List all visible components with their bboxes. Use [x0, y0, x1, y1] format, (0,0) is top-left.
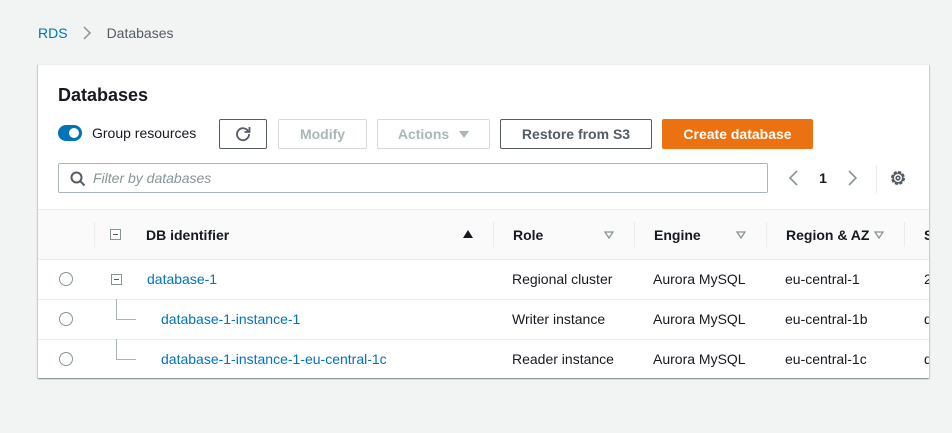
- status-cell: d: [924, 299, 929, 339]
- group-resources-toggle[interactable]: [58, 125, 82, 141]
- group-resources-label: Group resources: [92, 125, 197, 141]
- region-cell: eu-central-1: [785, 271, 860, 287]
- row-select-radio[interactable]: [59, 312, 73, 326]
- collapse-row-icon[interactable]: [111, 274, 122, 285]
- column-header-status[interactable]: S: [924, 210, 929, 259]
- restore-from-s3-button[interactable]: Restore from S3: [500, 119, 652, 149]
- row-select-radio[interactable]: [59, 272, 73, 286]
- column-divider: [493, 222, 494, 247]
- tree-line: [116, 299, 117, 319]
- databases-panel: Databases Group resources Modify Actions…: [38, 64, 929, 378]
- gear-icon[interactable]: [889, 169, 907, 187]
- column-divider: [766, 222, 767, 247]
- sort-icon[interactable]: [604, 231, 614, 239]
- engine-cell: Aurora MySQL: [653, 271, 746, 287]
- db-identifier-link[interactable]: database-1-instance-1-eu-central-1c: [161, 339, 387, 378]
- row-select-radio[interactable]: [59, 352, 73, 366]
- table-row[interactable]: database-1 Regional cluster Aurora MySQL…: [38, 259, 929, 300]
- sort-ascending-icon[interactable]: [463, 230, 473, 239]
- column-divider: [94, 222, 95, 247]
- filter-search-box: [58, 163, 768, 193]
- next-page-icon[interactable]: [844, 169, 860, 187]
- refresh-icon: [236, 127, 251, 142]
- toggle-knob: [69, 128, 79, 138]
- column-divider: [634, 222, 635, 247]
- modify-button[interactable]: Modify: [278, 119, 367, 149]
- refresh-button[interactable]: [219, 119, 267, 149]
- actions-label: Actions: [397, 126, 450, 142]
- engine-cell: Aurora MySQL: [653, 351, 746, 367]
- status-cell: 2: [924, 259, 929, 299]
- current-page-number[interactable]: 1: [816, 170, 830, 186]
- breadcrumb-current: Databases: [106, 25, 174, 41]
- search-icon: [70, 171, 86, 187]
- role-cell: Reader instance: [512, 351, 614, 367]
- engine-cell: Aurora MySQL: [653, 311, 746, 327]
- breadcrumb-rds-link[interactable]: RDS: [38, 25, 68, 41]
- create-database-button[interactable]: Create database: [662, 119, 813, 149]
- column-divider: [904, 222, 905, 247]
- column-header-region-az[interactable]: Region & AZ: [786, 210, 869, 259]
- actions-dropdown-button[interactable]: Actions: [377, 119, 490, 149]
- table-row[interactable]: database-1-instance-1 Writer instance Au…: [38, 299, 929, 340]
- caret-down-icon: [459, 130, 470, 138]
- column-header-role[interactable]: Role: [513, 210, 543, 259]
- db-identifier-link[interactable]: database-1: [147, 259, 217, 299]
- sort-icon[interactable]: [736, 231, 746, 239]
- sort-icon[interactable]: [874, 231, 884, 239]
- tree-line: [116, 319, 136, 320]
- region-cell: eu-central-1b: [785, 311, 868, 327]
- chevron-right-icon: [83, 26, 91, 40]
- column-header-engine[interactable]: Engine: [654, 210, 701, 259]
- column-header-db-identifier[interactable]: DB identifier: [146, 210, 229, 259]
- tree-line: [116, 339, 117, 359]
- collapse-all-icon[interactable]: [110, 229, 121, 240]
- pagination-divider: [876, 165, 877, 193]
- previous-page-icon[interactable]: [786, 169, 802, 187]
- breadcrumb: RDS Databases: [38, 24, 174, 42]
- tree-line: [116, 359, 136, 360]
- role-cell: Writer instance: [512, 311, 606, 327]
- filter-databases-input[interactable]: [93, 164, 753, 192]
- table-row[interactable]: database-1-instance-1-eu-central-1c Read…: [38, 339, 929, 378]
- db-identifier-link[interactable]: database-1-instance-1: [161, 299, 300, 339]
- status-cell: d: [924, 339, 929, 378]
- region-cell: eu-central-1c: [785, 351, 867, 367]
- page-title: Databases: [58, 85, 149, 105]
- table-header: DB identifier Role Engine Region & AZ S: [38, 209, 929, 260]
- role-cell: Regional cluster: [512, 271, 613, 287]
